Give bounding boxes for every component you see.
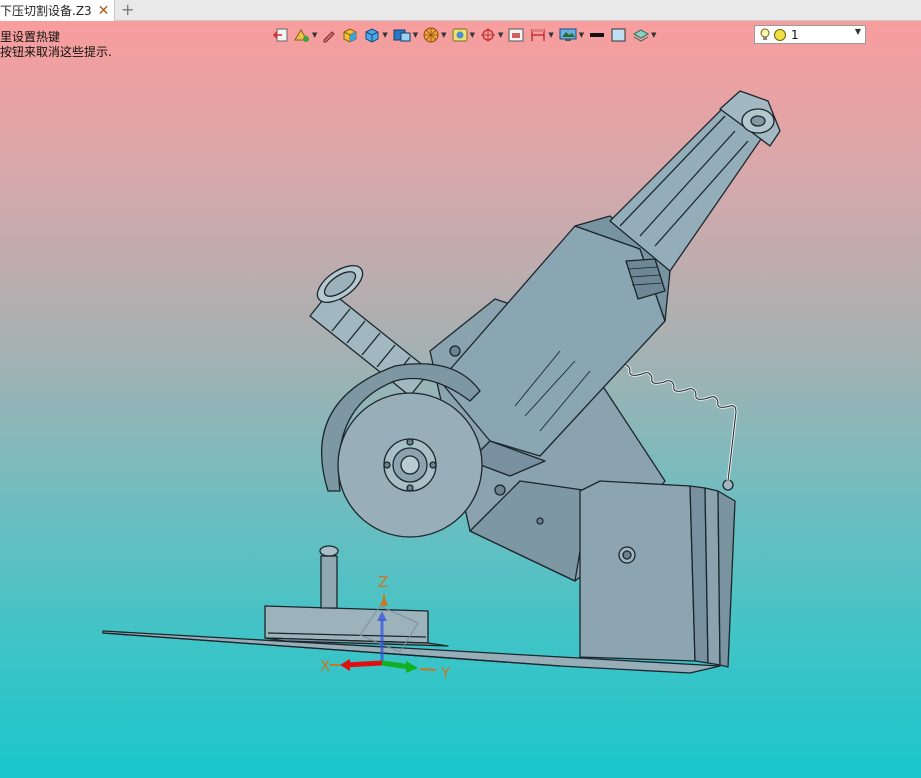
vise-block xyxy=(264,545,449,647)
axis-label-x: X xyxy=(320,657,330,675)
axis-label-y: Y xyxy=(440,664,451,682)
axis-label-z: Z xyxy=(378,573,388,591)
pivot-housing xyxy=(579,479,736,668)
3d-viewport[interactable]: 里设置热键 按钮来取消这些提示. ▼ ▼ ▼ ▼ ▼ ▼ ▼ ▼ ▼ 1 ▼ X… xyxy=(0,21,921,778)
close-tab-icon[interactable]: ✕ xyxy=(98,4,110,18)
cad-model-scene: X Y Z xyxy=(102,90,781,682)
document-tab-bar: 下压切割设备.Z3 ✕ + xyxy=(0,0,921,21)
document-tab-title: 下压切割设备.Z3 xyxy=(0,4,92,18)
new-tab-button[interactable]: + xyxy=(121,1,134,19)
document-tab[interactable]: 下压切割设备.Z3 ✕ xyxy=(0,0,115,21)
